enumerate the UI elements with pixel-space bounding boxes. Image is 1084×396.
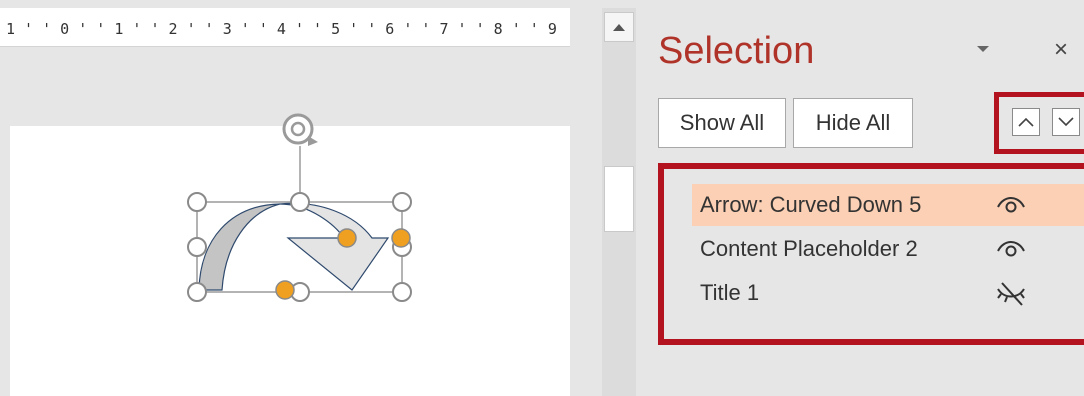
bring-forward-button[interactable] <box>1012 108 1040 136</box>
adjust-handle-1 <box>337 228 357 248</box>
list-item-label: Title 1 <box>700 280 760 305</box>
task-pane-options-button[interactable] <box>972 38 994 60</box>
vertical-scrollbar[interactable] <box>602 8 636 396</box>
handle-top-left <box>187 192 207 212</box>
send-backward-button[interactable] <box>1052 108 1080 136</box>
list-item-label: Arrow: Curved Down 5 <box>700 192 922 217</box>
pane-title: Selection <box>658 30 815 72</box>
chevron-down-icon <box>1058 117 1074 127</box>
eye-icon[interactable] <box>994 191 1028 219</box>
adjust-handle-3 <box>275 280 295 300</box>
scroll-up-button[interactable] <box>604 12 634 42</box>
handle-left <box>187 237 207 257</box>
chevron-up-icon <box>1018 117 1034 127</box>
rotate-handle-icon[interactable] <box>282 113 318 146</box>
handle-top <box>290 192 310 212</box>
list-item-label: Content Placeholder 2 <box>700 236 918 261</box>
eye-icon[interactable] <box>994 235 1028 263</box>
close-button[interactable]: × <box>1048 36 1074 64</box>
list-item-title-1[interactable]: Title 1 <box>692 272 1084 314</box>
handle-top-right <box>392 192 412 212</box>
handle-bottom-right <box>392 282 412 302</box>
ruler-ticks: 1 ' ' 0 ' ' 1 ' ' 2 ' ' 3 ' ' 4 ' ' 5 ' … <box>6 20 566 36</box>
list-item-arrow-curved-down-5[interactable]: Arrow: Curved Down 5 <box>692 184 1084 226</box>
scroll-thumb[interactable] <box>604 166 634 232</box>
chevron-down-icon <box>977 46 989 52</box>
triangle-up-icon <box>613 24 625 31</box>
handle-bottom-left <box>187 282 207 302</box>
slide-editor: 1 ' ' 0 ' ' 1 ' ' 2 ' ' 3 ' ' 4 ' ' 5 ' … <box>0 0 602 396</box>
eye-hidden-icon[interactable] <box>994 279 1028 307</box>
hide-all-button[interactable]: Hide All <box>793 98 913 148</box>
list-item-content-placeholder-2[interactable]: Content Placeholder 2 <box>692 228 1084 270</box>
adjust-handle-2 <box>391 228 411 248</box>
horizontal-ruler: 1 ' ' 0 ' ' 1 ' ' 2 ' ' 3 ' ' 4 ' ' 5 ' … <box>0 8 570 47</box>
show-all-button[interactable]: Show All <box>658 98 786 148</box>
selection-pane: Selection × Show All Hide All Arrow: Cur… <box>636 8 1084 396</box>
slide-canvas[interactable] <box>10 126 570 396</box>
